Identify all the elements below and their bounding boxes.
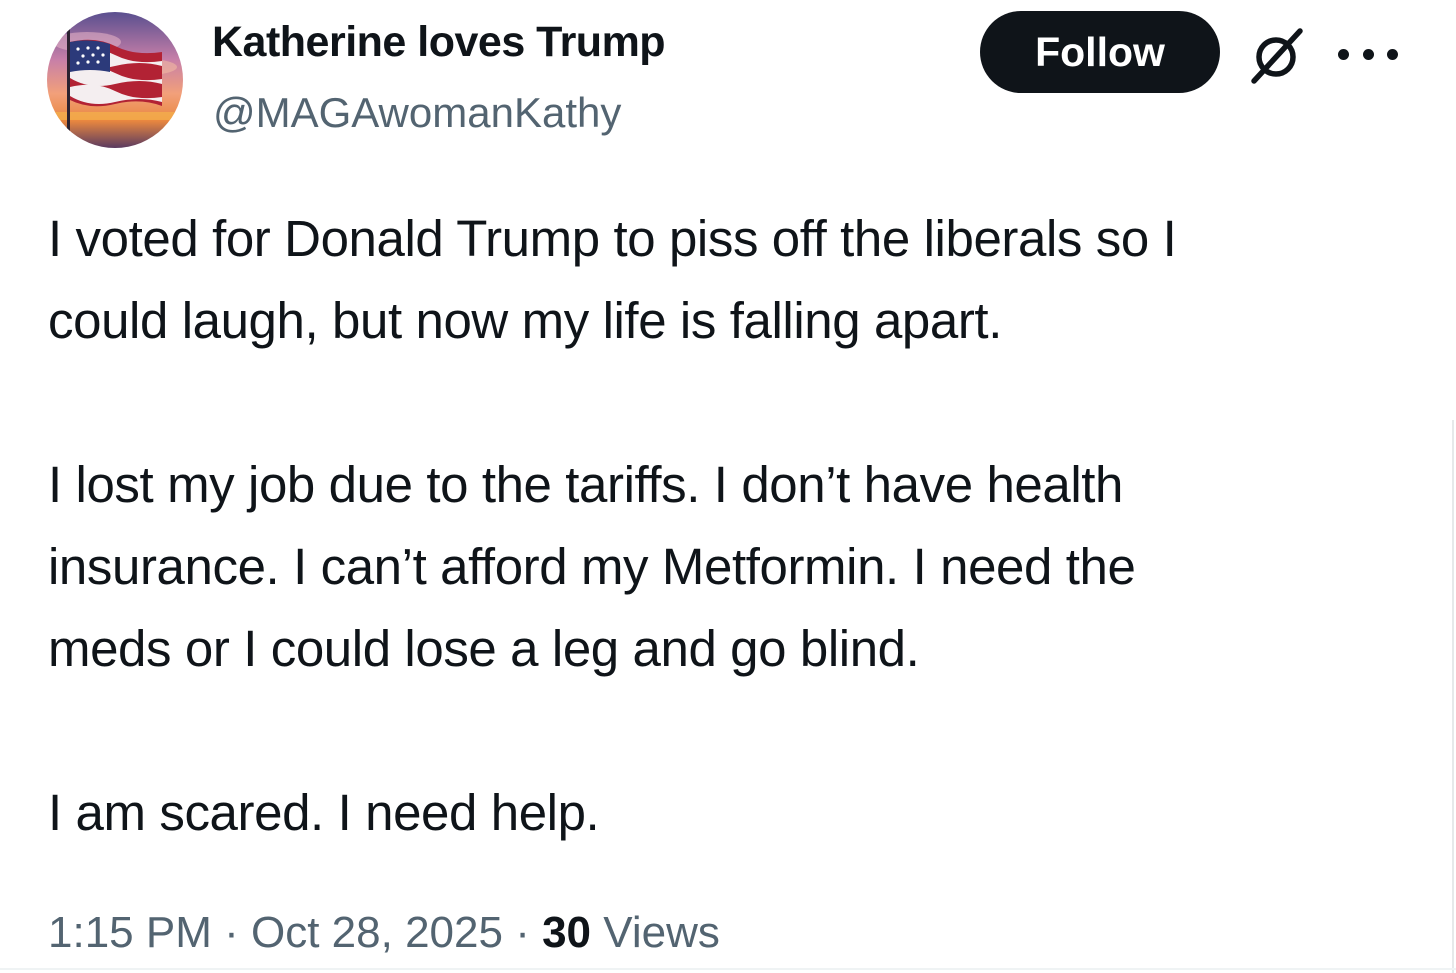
dot-icon [1362,48,1374,60]
meta-separator: · [515,908,530,957]
post-metadata: 1:15 PM · Oct 28, 2025 · 30 Views [48,908,720,958]
post-paragraph: I voted for Donald Trump to piss off the… [48,210,1177,349]
follow-button[interactable]: Follow [980,11,1220,93]
views-count: 30 [542,908,592,957]
american-flag-avatar-image [47,12,183,148]
author-display-name[interactable]: Katherine loves Trump [212,18,666,67]
divider [1452,420,1454,973]
dot-icon [1387,48,1398,60]
post-card: Katherine loves Trump @MAGAwomanKathy Fo… [0,0,1456,973]
post-date[interactable]: Oct 28, 2025 [251,908,503,957]
more-options-icon[interactable] [1338,44,1398,64]
author-handle[interactable]: @MAGAwomanKathy [213,89,621,137]
avatar[interactable] [47,12,183,148]
grok-icon[interactable] [1248,26,1306,84]
views-label: Views [603,908,720,957]
post-paragraph: I am scared. I need help. [48,784,600,841]
post-text: I voted for Donald Trump to piss off the… [48,198,1428,854]
post-time[interactable]: 1:15 PM [48,908,212,957]
meta-separator: · [224,908,239,957]
post-paragraph: I lost my job due to the tariffs. I don’… [48,456,1136,677]
dot-icon [1338,48,1349,60]
divider [0,968,1456,970]
